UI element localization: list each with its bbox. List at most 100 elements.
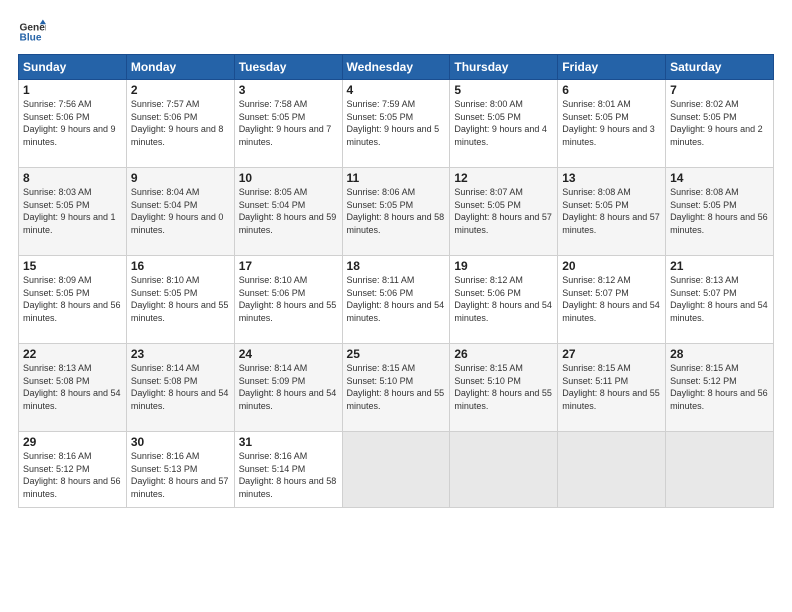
day-number: 16 — [131, 259, 230, 273]
day-info: Sunrise: 8:02 AM Sunset: 5:05 PM Dayligh… — [670, 98, 769, 148]
logo-icon: General Blue — [18, 18, 46, 46]
daylight-text: Daylight: 8 hours and 54 minutes. — [562, 300, 660, 323]
calendar-cell: 19 Sunrise: 8:12 AM Sunset: 5:06 PM Dayl… — [450, 256, 558, 344]
sunrise-text: Sunrise: 8:03 AM — [23, 187, 92, 197]
calendar-cell: 26 Sunrise: 8:15 AM Sunset: 5:10 PM Dayl… — [450, 344, 558, 432]
day-info: Sunrise: 8:13 AM Sunset: 5:07 PM Dayligh… — [670, 274, 769, 324]
calendar-cell: 12 Sunrise: 8:07 AM Sunset: 5:05 PM Dayl… — [450, 168, 558, 256]
day-number: 30 — [131, 435, 230, 449]
day-number: 24 — [239, 347, 338, 361]
daylight-text: Daylight: 8 hours and 57 minutes. — [454, 212, 552, 235]
daylight-text: Daylight: 8 hours and 54 minutes. — [454, 300, 552, 323]
calendar-cell: 1 Sunrise: 7:56 AM Sunset: 5:06 PM Dayli… — [19, 80, 127, 168]
sunset-text: Sunset: 5:14 PM — [239, 464, 306, 474]
daylight-text: Daylight: 8 hours and 54 minutes. — [131, 388, 229, 411]
daylight-text: Daylight: 8 hours and 58 minutes. — [239, 476, 337, 499]
sunset-text: Sunset: 5:08 PM — [23, 376, 90, 386]
weekday-header-monday: Monday — [126, 55, 234, 80]
day-info: Sunrise: 8:08 AM Sunset: 5:05 PM Dayligh… — [670, 186, 769, 236]
daylight-text: Daylight: 8 hours and 56 minutes. — [23, 476, 121, 499]
sunset-text: Sunset: 5:05 PM — [131, 288, 198, 298]
daylight-text: Daylight: 8 hours and 55 minutes. — [454, 388, 552, 411]
daylight-text: Daylight: 9 hours and 5 minutes. — [347, 124, 440, 147]
sunrise-text: Sunrise: 8:13 AM — [670, 275, 739, 285]
calendar-cell: 9 Sunrise: 8:04 AM Sunset: 5:04 PM Dayli… — [126, 168, 234, 256]
daylight-text: Daylight: 8 hours and 56 minutes. — [670, 388, 768, 411]
sunset-text: Sunset: 5:05 PM — [347, 200, 414, 210]
calendar-week-row: 29 Sunrise: 8:16 AM Sunset: 5:12 PM Dayl… — [19, 432, 774, 508]
sunrise-text: Sunrise: 8:10 AM — [131, 275, 200, 285]
sunset-text: Sunset: 5:05 PM — [670, 200, 737, 210]
sunset-text: Sunset: 5:12 PM — [23, 464, 90, 474]
daylight-text: Daylight: 9 hours and 8 minutes. — [131, 124, 224, 147]
day-number: 31 — [239, 435, 338, 449]
day-info: Sunrise: 8:10 AM Sunset: 5:06 PM Dayligh… — [239, 274, 338, 324]
daylight-text: Daylight: 8 hours and 54 minutes. — [347, 300, 445, 323]
sunset-text: Sunset: 5:04 PM — [131, 200, 198, 210]
daylight-text: Daylight: 9 hours and 7 minutes. — [239, 124, 332, 147]
day-info: Sunrise: 8:07 AM Sunset: 5:05 PM Dayligh… — [454, 186, 553, 236]
sunset-text: Sunset: 5:05 PM — [670, 112, 737, 122]
sunset-text: Sunset: 5:05 PM — [454, 112, 521, 122]
daylight-text: Daylight: 8 hours and 54 minutes. — [23, 388, 121, 411]
day-info: Sunrise: 8:06 AM Sunset: 5:05 PM Dayligh… — [347, 186, 446, 236]
day-number: 22 — [23, 347, 122, 361]
day-number: 29 — [23, 435, 122, 449]
svg-text:Blue: Blue — [20, 33, 42, 44]
sunrise-text: Sunrise: 7:58 AM — [239, 99, 308, 109]
calendar-cell: 10 Sunrise: 8:05 AM Sunset: 5:04 PM Dayl… — [234, 168, 342, 256]
calendar-cell: 21 Sunrise: 8:13 AM Sunset: 5:07 PM Dayl… — [666, 256, 774, 344]
calendar-cell: 25 Sunrise: 8:15 AM Sunset: 5:10 PM Dayl… — [342, 344, 450, 432]
day-info: Sunrise: 8:10 AM Sunset: 5:05 PM Dayligh… — [131, 274, 230, 324]
day-number: 25 — [347, 347, 446, 361]
day-number: 13 — [562, 171, 661, 185]
sunset-text: Sunset: 5:13 PM — [131, 464, 198, 474]
sunset-text: Sunset: 5:04 PM — [239, 200, 306, 210]
sunrise-text: Sunrise: 8:00 AM — [454, 99, 523, 109]
day-info: Sunrise: 7:58 AM Sunset: 5:05 PM Dayligh… — [239, 98, 338, 148]
calendar-cell: 23 Sunrise: 8:14 AM Sunset: 5:08 PM Dayl… — [126, 344, 234, 432]
daylight-text: Daylight: 8 hours and 57 minutes. — [562, 212, 660, 235]
sunrise-text: Sunrise: 8:06 AM — [347, 187, 416, 197]
calendar-cell: 31 Sunrise: 8:16 AM Sunset: 5:14 PM Dayl… — [234, 432, 342, 508]
day-info: Sunrise: 8:04 AM Sunset: 5:04 PM Dayligh… — [131, 186, 230, 236]
sunrise-text: Sunrise: 7:59 AM — [347, 99, 416, 109]
day-number: 2 — [131, 83, 230, 97]
day-number: 26 — [454, 347, 553, 361]
calendar-cell: 29 Sunrise: 8:16 AM Sunset: 5:12 PM Dayl… — [19, 432, 127, 508]
day-number: 21 — [670, 259, 769, 273]
calendar-cell: 6 Sunrise: 8:01 AM Sunset: 5:05 PM Dayli… — [558, 80, 666, 168]
sunrise-text: Sunrise: 8:11 AM — [347, 275, 415, 285]
calendar-cell: 16 Sunrise: 8:10 AM Sunset: 5:05 PM Dayl… — [126, 256, 234, 344]
day-info: Sunrise: 8:15 AM Sunset: 5:10 PM Dayligh… — [454, 362, 553, 412]
sunset-text: Sunset: 5:05 PM — [239, 112, 306, 122]
daylight-text: Daylight: 9 hours and 0 minutes. — [131, 212, 224, 235]
day-info: Sunrise: 8:09 AM Sunset: 5:05 PM Dayligh… — [23, 274, 122, 324]
day-info: Sunrise: 8:03 AM Sunset: 5:05 PM Dayligh… — [23, 186, 122, 236]
daylight-text: Daylight: 9 hours and 1 minute. — [23, 212, 116, 235]
day-info: Sunrise: 8:16 AM Sunset: 5:12 PM Dayligh… — [23, 450, 122, 500]
day-info: Sunrise: 8:05 AM Sunset: 5:04 PM Dayligh… — [239, 186, 338, 236]
calendar-cell: 20 Sunrise: 8:12 AM Sunset: 5:07 PM Dayl… — [558, 256, 666, 344]
sunset-text: Sunset: 5:11 PM — [562, 376, 628, 386]
day-number: 10 — [239, 171, 338, 185]
calendar-cell: 11 Sunrise: 8:06 AM Sunset: 5:05 PM Dayl… — [342, 168, 450, 256]
calendar-cell — [558, 432, 666, 508]
day-info: Sunrise: 8:00 AM Sunset: 5:05 PM Dayligh… — [454, 98, 553, 148]
sunrise-text: Sunrise: 8:12 AM — [454, 275, 523, 285]
daylight-text: Daylight: 8 hours and 56 minutes. — [670, 212, 768, 235]
daylight-text: Daylight: 9 hours and 9 minutes. — [23, 124, 116, 147]
sunset-text: Sunset: 5:12 PM — [670, 376, 737, 386]
sunset-text: Sunset: 5:06 PM — [347, 288, 414, 298]
sunrise-text: Sunrise: 7:56 AM — [23, 99, 92, 109]
calendar: SundayMondayTuesdayWednesdayThursdayFrid… — [18, 54, 774, 508]
sunrise-text: Sunrise: 8:15 AM — [562, 363, 631, 373]
calendar-cell — [342, 432, 450, 508]
day-number: 19 — [454, 259, 553, 273]
sunrise-text: Sunrise: 8:15 AM — [347, 363, 416, 373]
weekday-header-row: SundayMondayTuesdayWednesdayThursdayFrid… — [19, 55, 774, 80]
daylight-text: Daylight: 8 hours and 55 minutes. — [239, 300, 337, 323]
day-info: Sunrise: 8:08 AM Sunset: 5:05 PM Dayligh… — [562, 186, 661, 236]
day-number: 20 — [562, 259, 661, 273]
sunset-text: Sunset: 5:05 PM — [23, 200, 90, 210]
